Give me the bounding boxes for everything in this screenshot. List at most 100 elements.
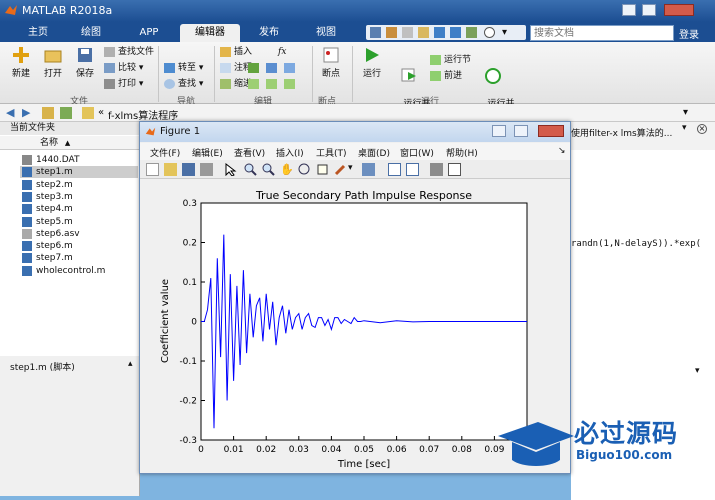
file-item[interactable]: step1.m (20, 166, 138, 179)
breakpoints-button[interactable]: 断点 (318, 46, 344, 79)
hide-plot-tools-icon[interactable] (430, 163, 443, 176)
x-tick-label: 0.01 (224, 445, 244, 455)
file-item[interactable]: step3.m (20, 191, 138, 203)
tab-plots[interactable]: 绘图 (64, 24, 118, 42)
rotate-3d-icon[interactable] (298, 163, 311, 176)
menu-insert[interactable]: 插入(I) (276, 146, 304, 159)
print-button[interactable]: 打印 ▾ (104, 78, 143, 90)
save-label: 保存 (75, 69, 94, 79)
file-item[interactable]: step7.m (20, 252, 138, 264)
tab-publish[interactable]: 发布 (240, 24, 298, 42)
legend-icon[interactable] (406, 163, 419, 176)
editor-scrollbar[interactable] (699, 152, 709, 352)
pointer-icon[interactable] (224, 162, 237, 177)
search-docs[interactable] (530, 25, 674, 41)
file-item[interactable]: wholecontrol.m (20, 265, 138, 277)
back-icon[interactable]: ◀ (6, 106, 14, 119)
new-figure-icon[interactable] (146, 163, 159, 176)
file-name: step6.m (36, 241, 73, 252)
menu-view[interactable]: 查看(V) (234, 146, 265, 159)
menu-tools[interactable]: 工具(T) (316, 146, 347, 159)
maximize-button[interactable] (514, 125, 528, 137)
file-item[interactable]: step6.asv (20, 228, 138, 240)
play-icon (363, 46, 381, 64)
chevron-down-icon[interactable]: ▾ (682, 123, 687, 133)
up-folder-icon[interactable] (42, 107, 54, 119)
browse-icon[interactable] (60, 107, 72, 119)
zoom-out-icon[interactable] (262, 163, 275, 176)
goto-button[interactable]: 转至 ▾ (164, 62, 203, 74)
pan-icon[interactable]: ✋ (280, 163, 294, 176)
tab-editor[interactable]: 编辑器 (180, 24, 240, 42)
undo-icon[interactable] (434, 27, 445, 38)
save-icon[interactable] (370, 27, 381, 38)
forward-icon[interactable]: ▶ (22, 106, 30, 119)
zoom-in-icon[interactable] (244, 163, 257, 176)
close-button[interactable] (538, 125, 564, 137)
file-item[interactable]: 1440.DAT (20, 154, 138, 166)
menu-file[interactable]: 文件(F) (150, 146, 180, 159)
maximize-button[interactable] (642, 4, 656, 16)
show-plot-tools-icon[interactable] (448, 163, 461, 176)
menu-help[interactable]: 帮助(H) (446, 146, 478, 159)
format-icon[interactable] (284, 79, 295, 89)
file-item[interactable]: step6.m (20, 240, 138, 252)
editor-comment-text: 使用filter-x lms算法的... (571, 129, 673, 139)
tab-apps[interactable]: APP (118, 24, 180, 42)
copy-icon[interactable] (402, 27, 413, 38)
chevron-down-icon[interactable]: ▾ (348, 163, 353, 173)
tab-view[interactable]: 视图 (298, 24, 354, 42)
decrease-indent-icon[interactable] (248, 79, 259, 89)
find-files-button[interactable]: 查找文件 (104, 46, 154, 58)
chevron-down-icon[interactable]: ▾ (502, 27, 513, 38)
menu-desktop[interactable]: 桌面(D) (358, 146, 390, 159)
link-plot-icon[interactable] (362, 163, 375, 176)
figure-titlebar: Figure 1 (140, 122, 570, 142)
percent-icon[interactable] (248, 63, 259, 73)
switch-windows-icon[interactable] (466, 27, 477, 38)
save-button[interactable]: 保存 (72, 46, 98, 79)
cut-icon[interactable] (386, 27, 397, 38)
menu-edit[interactable]: 编辑(E) (192, 146, 223, 159)
tab-home[interactable]: 主页 (12, 24, 64, 42)
file-item[interactable]: step2.m (20, 179, 138, 191)
file-icon (22, 167, 32, 178)
search-input[interactable] (531, 26, 673, 40)
file-item[interactable]: step4.m (20, 203, 138, 215)
insert-button[interactable]: 插入 (220, 46, 252, 58)
wrap-icon[interactable] (266, 63, 277, 73)
help-icon[interactable] (484, 27, 495, 38)
chevron-up-icon[interactable]: ▴ (128, 359, 133, 369)
save-figure-icon[interactable] (182, 163, 195, 176)
menu-window[interactable]: 窗口(W) (400, 146, 434, 159)
paste-icon[interactable] (418, 27, 429, 38)
fx-button[interactable]: fx (264, 46, 286, 58)
minimize-button[interactable] (492, 125, 506, 137)
open-file-icon[interactable] (164, 163, 177, 176)
colorbar-icon[interactable] (388, 163, 401, 176)
advance-button[interactable]: 前进 (430, 70, 462, 82)
chevron-down-icon[interactable]: ▾ (683, 107, 688, 118)
redo-icon[interactable] (450, 27, 461, 38)
column-header-name[interactable]: 名称 ▲ (0, 136, 140, 150)
minimize-button[interactable] (622, 4, 636, 16)
run-section-button[interactable]: 运行节 (430, 54, 471, 66)
print-figure-icon[interactable] (200, 163, 213, 176)
breadcrumb[interactable]: f-xlms算法程序 (108, 107, 178, 122)
smart-indent-icon[interactable] (284, 63, 295, 73)
increase-indent-icon[interactable] (266, 79, 277, 89)
find-button[interactable]: 查找 ▾ (164, 78, 203, 90)
data-cursor-icon[interactable] (316, 163, 329, 176)
chevron-down-icon[interactable]: ▾ (695, 366, 700, 376)
run-button[interactable]: 运行 (358, 46, 386, 79)
brush-icon[interactable] (334, 163, 347, 176)
new-button[interactable]: 新建 (8, 46, 34, 79)
compare-button[interactable]: 比较 ▾ (104, 62, 143, 74)
close-button[interactable] (664, 4, 694, 16)
dock-icon[interactable]: ↘ (558, 146, 566, 156)
file-item[interactable]: step5.m (20, 216, 138, 228)
file-icon (22, 155, 32, 165)
login-button[interactable]: 登录 (679, 26, 699, 41)
close-icon[interactable]: × (697, 124, 707, 134)
open-button[interactable]: 打开 (40, 46, 66, 79)
